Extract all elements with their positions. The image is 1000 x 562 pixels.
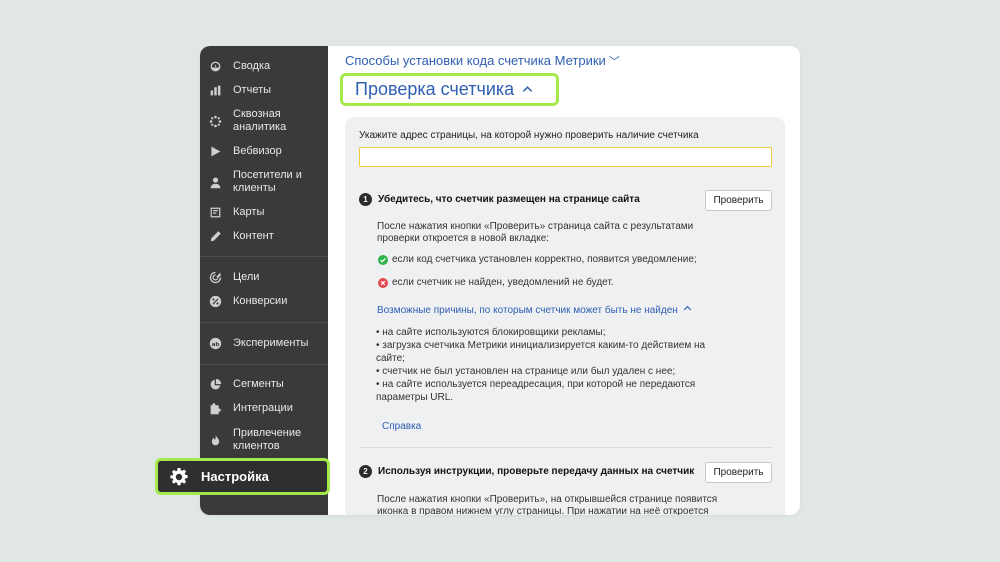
success-check-icon bbox=[378, 255, 388, 265]
help-link[interactable]: Справка bbox=[382, 421, 421, 432]
ab-icon: ab bbox=[209, 337, 222, 350]
sidebar-item-label: Вебвизор bbox=[233, 145, 282, 157]
svg-text:ab: ab bbox=[212, 342, 220, 348]
sidebar-item-goals[interactable]: Цели bbox=[200, 271, 328, 284]
step1-check-button[interactable]: Проверить bbox=[705, 190, 772, 211]
reason-item: параметры URL. bbox=[376, 392, 454, 403]
sidebar-item-label: Посетители и клиенты bbox=[233, 169, 302, 194]
section-heading[interactable]: Проверка счетчика bbox=[355, 79, 533, 100]
target-icon bbox=[209, 271, 222, 284]
error-cross-icon bbox=[378, 278, 388, 288]
chevron-down-icon: ﹀ bbox=[608, 56, 620, 68]
sidebar-divider bbox=[200, 364, 328, 365]
puzzle-icon bbox=[209, 402, 222, 415]
sidebar-item-content[interactable]: Контент bbox=[200, 230, 328, 243]
step-divider bbox=[359, 447, 772, 448]
reason-item: • на сайте используется переадресация, п… bbox=[376, 379, 696, 390]
percent-icon bbox=[209, 295, 222, 308]
address-input[interactable] bbox=[359, 147, 772, 167]
sidebar-item-label: Сводка bbox=[233, 60, 271, 72]
reason-item: • счетчик не был установлен на странице … bbox=[376, 366, 676, 377]
bar-chart-icon bbox=[209, 84, 222, 97]
step1-title: Убедитесь, что счетчик размещен на стран… bbox=[378, 194, 640, 205]
fail-text: если счетчик не найден, уведомлений не б… bbox=[392, 277, 614, 288]
step2-title: Используя инструкции, проверьте передачу… bbox=[378, 466, 695, 477]
step2-check-button[interactable]: Проверить bbox=[705, 462, 772, 483]
step2-text-line2: иконка в правом нижнем углу страницы. Пр… bbox=[377, 506, 709, 515]
sidebar-item-label: Отчеты bbox=[233, 84, 272, 96]
step1-badge: 1 bbox=[359, 193, 372, 206]
settings-label: Настройка bbox=[201, 469, 269, 484]
play-icon bbox=[209, 145, 222, 158]
reasons-link-label: Возможные причины, по которым счетчик мо… bbox=[377, 305, 678, 316]
reason-item: • на сайте используются блокировщики рек… bbox=[376, 327, 606, 338]
sidebar-item-label: Сквозная аналитика bbox=[233, 108, 287, 133]
chevron-up-icon bbox=[683, 305, 691, 311]
sidebar-item-label: Карты bbox=[233, 206, 265, 218]
reason-item: сайте; bbox=[376, 353, 405, 364]
gauge-icon bbox=[209, 60, 222, 73]
step2-badge: 2 bbox=[359, 465, 372, 478]
asterisk-icon bbox=[209, 115, 222, 128]
map-icon bbox=[209, 206, 222, 219]
main-content: Способы установки кода счетчика Метрики ﹀… bbox=[328, 46, 800, 515]
sidebar-item-label: Конверсии bbox=[233, 295, 288, 307]
install-methods-link[interactable]: Способы установки кода счетчика Метрики ﹀ bbox=[345, 53, 620, 69]
sidebar-item-label: Контент bbox=[233, 230, 274, 242]
section-heading-label: Проверка счетчика bbox=[355, 79, 515, 99]
sidebar-item-visitors[interactable]: Посетители и клиенты bbox=[200, 169, 328, 195]
sidebar-item-crossanalytics[interactable]: Сквозная аналитика bbox=[200, 108, 328, 134]
sidebar-item-experiments[interactable]: ab Эксперименты bbox=[200, 337, 328, 350]
install-methods-label: Способы установки кода счетчика Метрики bbox=[345, 53, 606, 68]
pencil-icon bbox=[209, 230, 222, 243]
sidebar-item-settings[interactable]: Настройка bbox=[155, 458, 330, 495]
sidebar-item-reports[interactable]: Отчеты bbox=[200, 84, 328, 97]
step1-text-line2: проверки откроется в новой вкладке: bbox=[377, 233, 550, 244]
sidebar-item-segments[interactable]: Сегменты bbox=[200, 378, 328, 391]
reason-item: • загрузка счетчика Метрики инициализиру… bbox=[376, 340, 706, 351]
sidebar-divider bbox=[200, 256, 328, 257]
sidebar-item-webvisor[interactable]: Вебвизор bbox=[200, 145, 328, 158]
sidebar-item-label: Сегменты bbox=[233, 378, 284, 390]
flame-icon bbox=[209, 434, 222, 447]
sidebar-item-integrations[interactable]: Интеграции bbox=[200, 402, 328, 415]
chevron-up-icon bbox=[523, 86, 533, 92]
pie-icon bbox=[209, 378, 222, 391]
person-icon bbox=[209, 176, 222, 189]
sidebar-item-summary[interactable]: Сводка bbox=[200, 60, 328, 73]
sidebar-item-acquisition[interactable]: Привлечение клиентов bbox=[200, 427, 328, 453]
sidebar-item-conversions[interactable]: Конверсии bbox=[200, 295, 328, 308]
step1-text-line1: После нажатия кнопки «Проверить» страниц… bbox=[377, 221, 694, 232]
sidebar: Сводка Отчеты Сквозная аналитика Вебвизо… bbox=[200, 46, 328, 515]
sidebar-item-label: Эксперименты bbox=[233, 337, 309, 349]
success-text: если код счетчика установлен корректно, … bbox=[392, 254, 697, 265]
address-label: Укажите адрес страницы, на которой нужно… bbox=[359, 130, 699, 141]
sidebar-item-label: Цели bbox=[233, 271, 260, 283]
check-panel: Укажите адрес страницы, на которой нужно… bbox=[345, 117, 785, 515]
sidebar-divider bbox=[200, 322, 328, 323]
step2-text-line1: После нажатия кнопки «Проверить», на отк… bbox=[377, 494, 718, 505]
sidebar-item-label: Интеграции bbox=[233, 402, 293, 414]
reasons-toggle-link[interactable]: Возможные причины, по которым счетчик мо… bbox=[377, 304, 692, 316]
sidebar-item-label: Привлечение клиентов bbox=[233, 427, 302, 452]
sidebar-item-maps[interactable]: Карты bbox=[200, 206, 328, 219]
app-window: Сводка Отчеты Сквозная аналитика Вебвизо… bbox=[200, 46, 800, 515]
gear-icon bbox=[169, 467, 189, 487]
